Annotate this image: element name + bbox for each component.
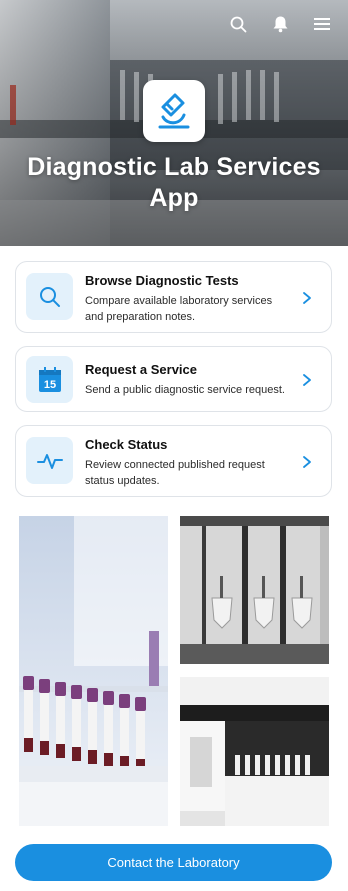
restroom-urinals-photo xyxy=(180,516,329,664)
page-title: Diagnostic Lab Services App xyxy=(27,153,321,212)
card-request-service[interactable]: 15 Request a Service Send a public diagn… xyxy=(15,346,332,412)
top-navigation xyxy=(228,14,332,34)
card-browse-tests[interactable]: Browse Diagnostic Tests Compare availabl… xyxy=(15,261,332,333)
hero-banner: Diagnostic Lab Services App xyxy=(0,0,348,246)
search-icon xyxy=(39,286,60,307)
app-logo xyxy=(143,80,205,142)
microscope-logo-icon xyxy=(158,93,190,129)
blood-sample-tubes-photo xyxy=(19,516,168,826)
chevron-right-icon xyxy=(303,456,311,468)
gallery-image-restroom xyxy=(180,516,329,664)
lab-analyzer-photo xyxy=(180,677,329,826)
contact-laboratory-button[interactable]: Contact the Laboratory xyxy=(15,844,332,881)
card-title: Request a Service xyxy=(85,362,198,377)
calendar-day-text: 15 xyxy=(43,379,55,391)
search-icon xyxy=(230,16,246,32)
card-icon-box xyxy=(26,273,73,320)
card-description: Compare available laboratory services an… xyxy=(85,295,273,323)
notification-bell-icon xyxy=(273,16,287,33)
card-check-status[interactable]: Check Status Review connected published … xyxy=(15,425,332,497)
search-button[interactable] xyxy=(228,14,248,34)
card-title: Browse Diagnostic Tests xyxy=(85,273,239,288)
notifications-button[interactable] xyxy=(270,14,290,34)
menu-icon xyxy=(314,18,330,30)
pulse-icon xyxy=(36,453,63,469)
card-icon-box xyxy=(26,437,73,484)
card-title: Check Status xyxy=(85,437,168,452)
chevron-right-icon xyxy=(303,374,311,386)
menu-button[interactable] xyxy=(312,14,332,34)
calendar-icon: 15 xyxy=(38,366,61,392)
chevron-right-icon xyxy=(303,292,311,304)
card-description: Review connected published request statu… xyxy=(85,459,265,487)
gallery-image-analyzer xyxy=(180,677,329,826)
card-icon-box: 15 xyxy=(26,356,73,403)
gallery-image-blood-tubes xyxy=(19,516,168,826)
card-description: Send a public diagnostic service request… xyxy=(85,384,285,396)
